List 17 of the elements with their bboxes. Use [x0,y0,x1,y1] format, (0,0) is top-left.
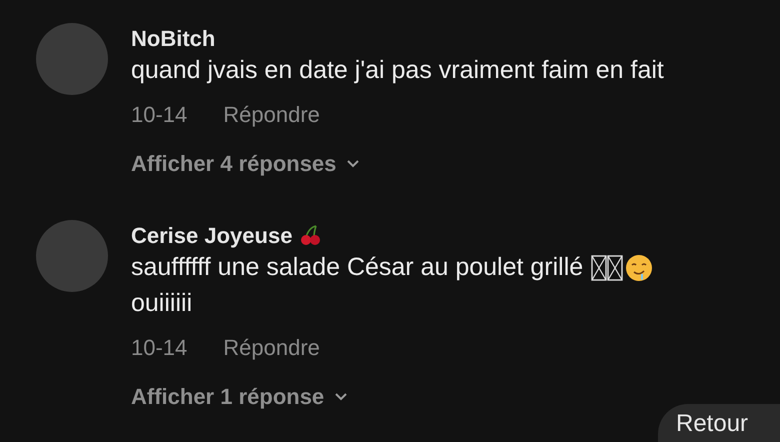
drooling-face-icon [625,254,654,282]
missing-glyph-icon [591,255,608,281]
reply-button[interactable]: Répondre [223,98,320,130]
comment-text: quand jvais en date j'ai pas vraiment faim en fait [131,55,664,86]
chevron-down-icon [346,158,360,168]
username[interactable]: NoBitch [131,22,216,54]
missing-glyph-icon [607,255,624,281]
chevron-down-icon [334,392,348,402]
comment-text: ouiiiiii [131,288,192,320]
back-button[interactable]: Retour [658,404,780,442]
show-replies-button[interactable]: Afficher 4 réponses [131,147,664,180]
reply-button[interactable]: Répondre [223,330,320,364]
username[interactable]: Cerise Joyeuse [131,218,292,252]
comment-date: 10-14 [131,100,188,128]
comment-date: 10-14 [131,334,188,362]
comment-text: sauffffff une salade César au poulet grillé [131,252,584,284]
show-replies-button[interactable]: Afficher 1 réponse [131,380,654,413]
